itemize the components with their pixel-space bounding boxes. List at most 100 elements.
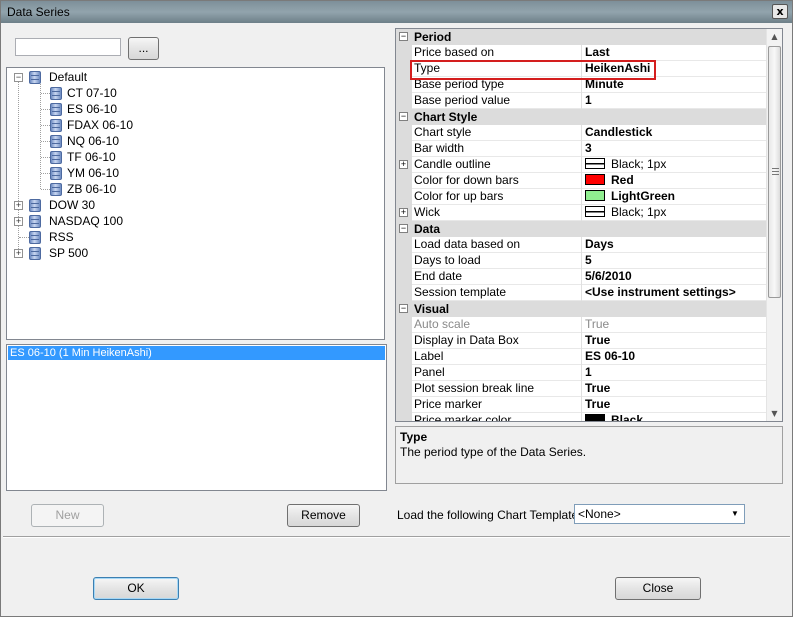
new-button[interactable]: New <box>31 504 104 527</box>
chevron-down-icon[interactable]: ▼ <box>728 507 742 521</box>
property-row[interactable]: Color for down bars Red <box>396 173 767 189</box>
property-value[interactable]: LightGreen <box>585 189 765 204</box>
property-value[interactable]: Days <box>585 237 765 252</box>
property-value[interactable]: Black; 1px <box>585 205 765 220</box>
property-value[interactable]: <Use instrument settings> <box>585 285 765 300</box>
property-grid[interactable]: − Period Price based on Last Type Heiken… <box>395 28 783 422</box>
expand-icon[interactable]: + <box>14 249 23 258</box>
property-value[interactable]: 1 <box>585 365 765 380</box>
property-row[interactable]: Days to load 5 <box>396 253 767 269</box>
color-swatch-icon <box>585 190 605 201</box>
scroll-up-icon[interactable]: ▲ <box>767 29 782 44</box>
property-row[interactable]: + Wick Black; 1px <box>396 205 767 221</box>
tree-item[interactable]: NQ 06-10 <box>7 133 377 149</box>
property-value[interactable]: Red <box>585 173 765 188</box>
scrollbar-thumb[interactable] <box>768 46 781 298</box>
category-visual[interactable]: − Visual <box>396 301 767 317</box>
tree-item[interactable]: TF 06-10 <box>7 149 377 165</box>
category-period[interactable]: − Period <box>396 29 767 45</box>
category-data[interactable]: − Data <box>396 221 767 237</box>
close-window-icon[interactable]: x <box>772 4 788 19</box>
tree-item[interactable]: CT 07-10 <box>7 85 377 101</box>
property-row[interactable]: Chart style Candlestick <box>396 125 767 141</box>
property-row[interactable]: Label ES 06-10 <box>396 349 767 365</box>
tree-item-label: CT 07-10 <box>67 86 117 100</box>
property-row[interactable]: Price based on Last <box>396 45 767 61</box>
close-button[interactable]: Close <box>615 577 701 600</box>
property-value[interactable]: True <box>585 381 765 396</box>
remove-button[interactable]: Remove <box>287 504 360 527</box>
property-value[interactable]: ES 06-10 <box>585 349 765 364</box>
property-row[interactable]: Color for up bars LightGreen <box>396 189 767 205</box>
property-name: Wick <box>414 205 582 221</box>
property-name: Load data based on <box>414 237 582 253</box>
property-value[interactable]: Minute <box>585 77 765 92</box>
expand-icon[interactable]: + <box>399 160 408 169</box>
property-value-text: Black <box>611 413 644 421</box>
browse-button[interactable]: ... <box>128 37 159 60</box>
property-value[interactable]: 5 <box>585 253 765 268</box>
property-value[interactable]: HeikenAshi <box>585 61 765 76</box>
tree-item[interactable]: ES 06-10 <box>7 101 377 117</box>
property-value[interactable]: Last <box>585 45 765 60</box>
property-row[interactable]: Panel 1 <box>396 365 767 381</box>
collapse-icon[interactable]: − <box>399 304 408 313</box>
help-description: The period type of the Data Series. <box>400 445 587 459</box>
property-row-type[interactable]: Type HeikenAshi <box>396 61 767 77</box>
expand-icon[interactable]: + <box>399 208 408 217</box>
property-name: Type <box>414 61 582 77</box>
tree-group-dow30[interactable]: + DOW 30 <box>7 197 377 213</box>
tree-group-nasdaq100[interactable]: + NASDAQ 100 <box>7 213 377 229</box>
database-icon <box>29 71 41 84</box>
data-series-list[interactable]: ES 06-10 (1 Min HeikenAshi) <box>6 344 387 491</box>
instrument-search-input[interactable] <box>15 38 121 56</box>
property-row[interactable]: Bar width 3 <box>396 141 767 157</box>
property-row[interactable]: Base period type Minute <box>396 77 767 93</box>
property-row[interactable]: Price marker True <box>396 397 767 413</box>
expand-icon[interactable]: + <box>14 217 23 226</box>
property-row[interactable]: + Candle outline Black; 1px <box>396 157 767 173</box>
property-row[interactable]: End date 5/6/2010 <box>396 269 767 285</box>
property-value[interactable]: 5/6/2010 <box>585 269 765 284</box>
property-value[interactable]: Black <box>585 413 765 421</box>
property-value-text: Red <box>611 173 634 187</box>
property-row[interactable]: Auto scale True <box>396 317 767 333</box>
collapse-icon[interactable]: − <box>399 112 408 121</box>
property-value[interactable]: 3 <box>585 141 765 156</box>
property-row[interactable]: Load data based on Days <box>396 237 767 253</box>
property-value[interactable]: 1 <box>585 93 765 108</box>
property-name: Price based on <box>414 45 582 61</box>
property-row[interactable]: Plot session break line True <box>396 381 767 397</box>
collapse-icon[interactable]: − <box>399 32 408 41</box>
collapse-icon[interactable]: − <box>399 224 408 233</box>
line-swatch-icon <box>585 206 605 217</box>
property-value[interactable]: True <box>585 397 765 412</box>
property-row[interactable]: Display in Data Box True <box>396 333 767 349</box>
tree-item[interactable]: FDAX 06-10 <box>7 117 377 133</box>
collapse-icon[interactable]: − <box>14 73 23 82</box>
property-value[interactable]: Candlestick <box>585 125 765 140</box>
tree-group-rss[interactable]: RSS <box>7 229 377 245</box>
property-row[interactable]: Price marker color Black <box>396 413 767 421</box>
ok-button[interactable]: OK <box>93 577 179 600</box>
series-list-item-selected[interactable]: ES 06-10 (1 Min HeikenAshi) <box>8 346 385 360</box>
instrument-tree[interactable]: − Default CT 07-10 ES 06-10 FDAX 06-10 N… <box>6 67 385 340</box>
category-label: Visual <box>414 302 450 316</box>
tree-item[interactable]: YM 06-10 <box>7 165 377 181</box>
tree-group-sp500[interactable]: + SP 500 <box>7 245 377 261</box>
tree-group-default[interactable]: − Default <box>7 69 377 85</box>
property-row[interactable]: Session template <Use instrument setting… <box>396 285 767 301</box>
chart-template-select[interactable]: <None> ▼ <box>574 504 745 524</box>
chart-template-value: <None> <box>578 507 621 521</box>
property-value[interactable]: Black; 1px <box>585 157 765 172</box>
scroll-down-icon[interactable]: ▼ <box>767 406 782 421</box>
tree-item[interactable]: ZB 06-10 <box>7 181 377 197</box>
property-name: Session template <box>414 285 582 301</box>
property-name: End date <box>414 269 582 285</box>
property-row[interactable]: Base period value 1 <box>396 93 767 109</box>
category-chart-style[interactable]: − Chart Style <box>396 109 767 125</box>
property-grid-scrollbar[interactable]: ▲ ▼ <box>766 29 782 421</box>
expand-icon[interactable]: + <box>14 201 23 210</box>
property-value[interactable]: True <box>585 333 765 348</box>
property-name: Color for down bars <box>414 173 582 189</box>
